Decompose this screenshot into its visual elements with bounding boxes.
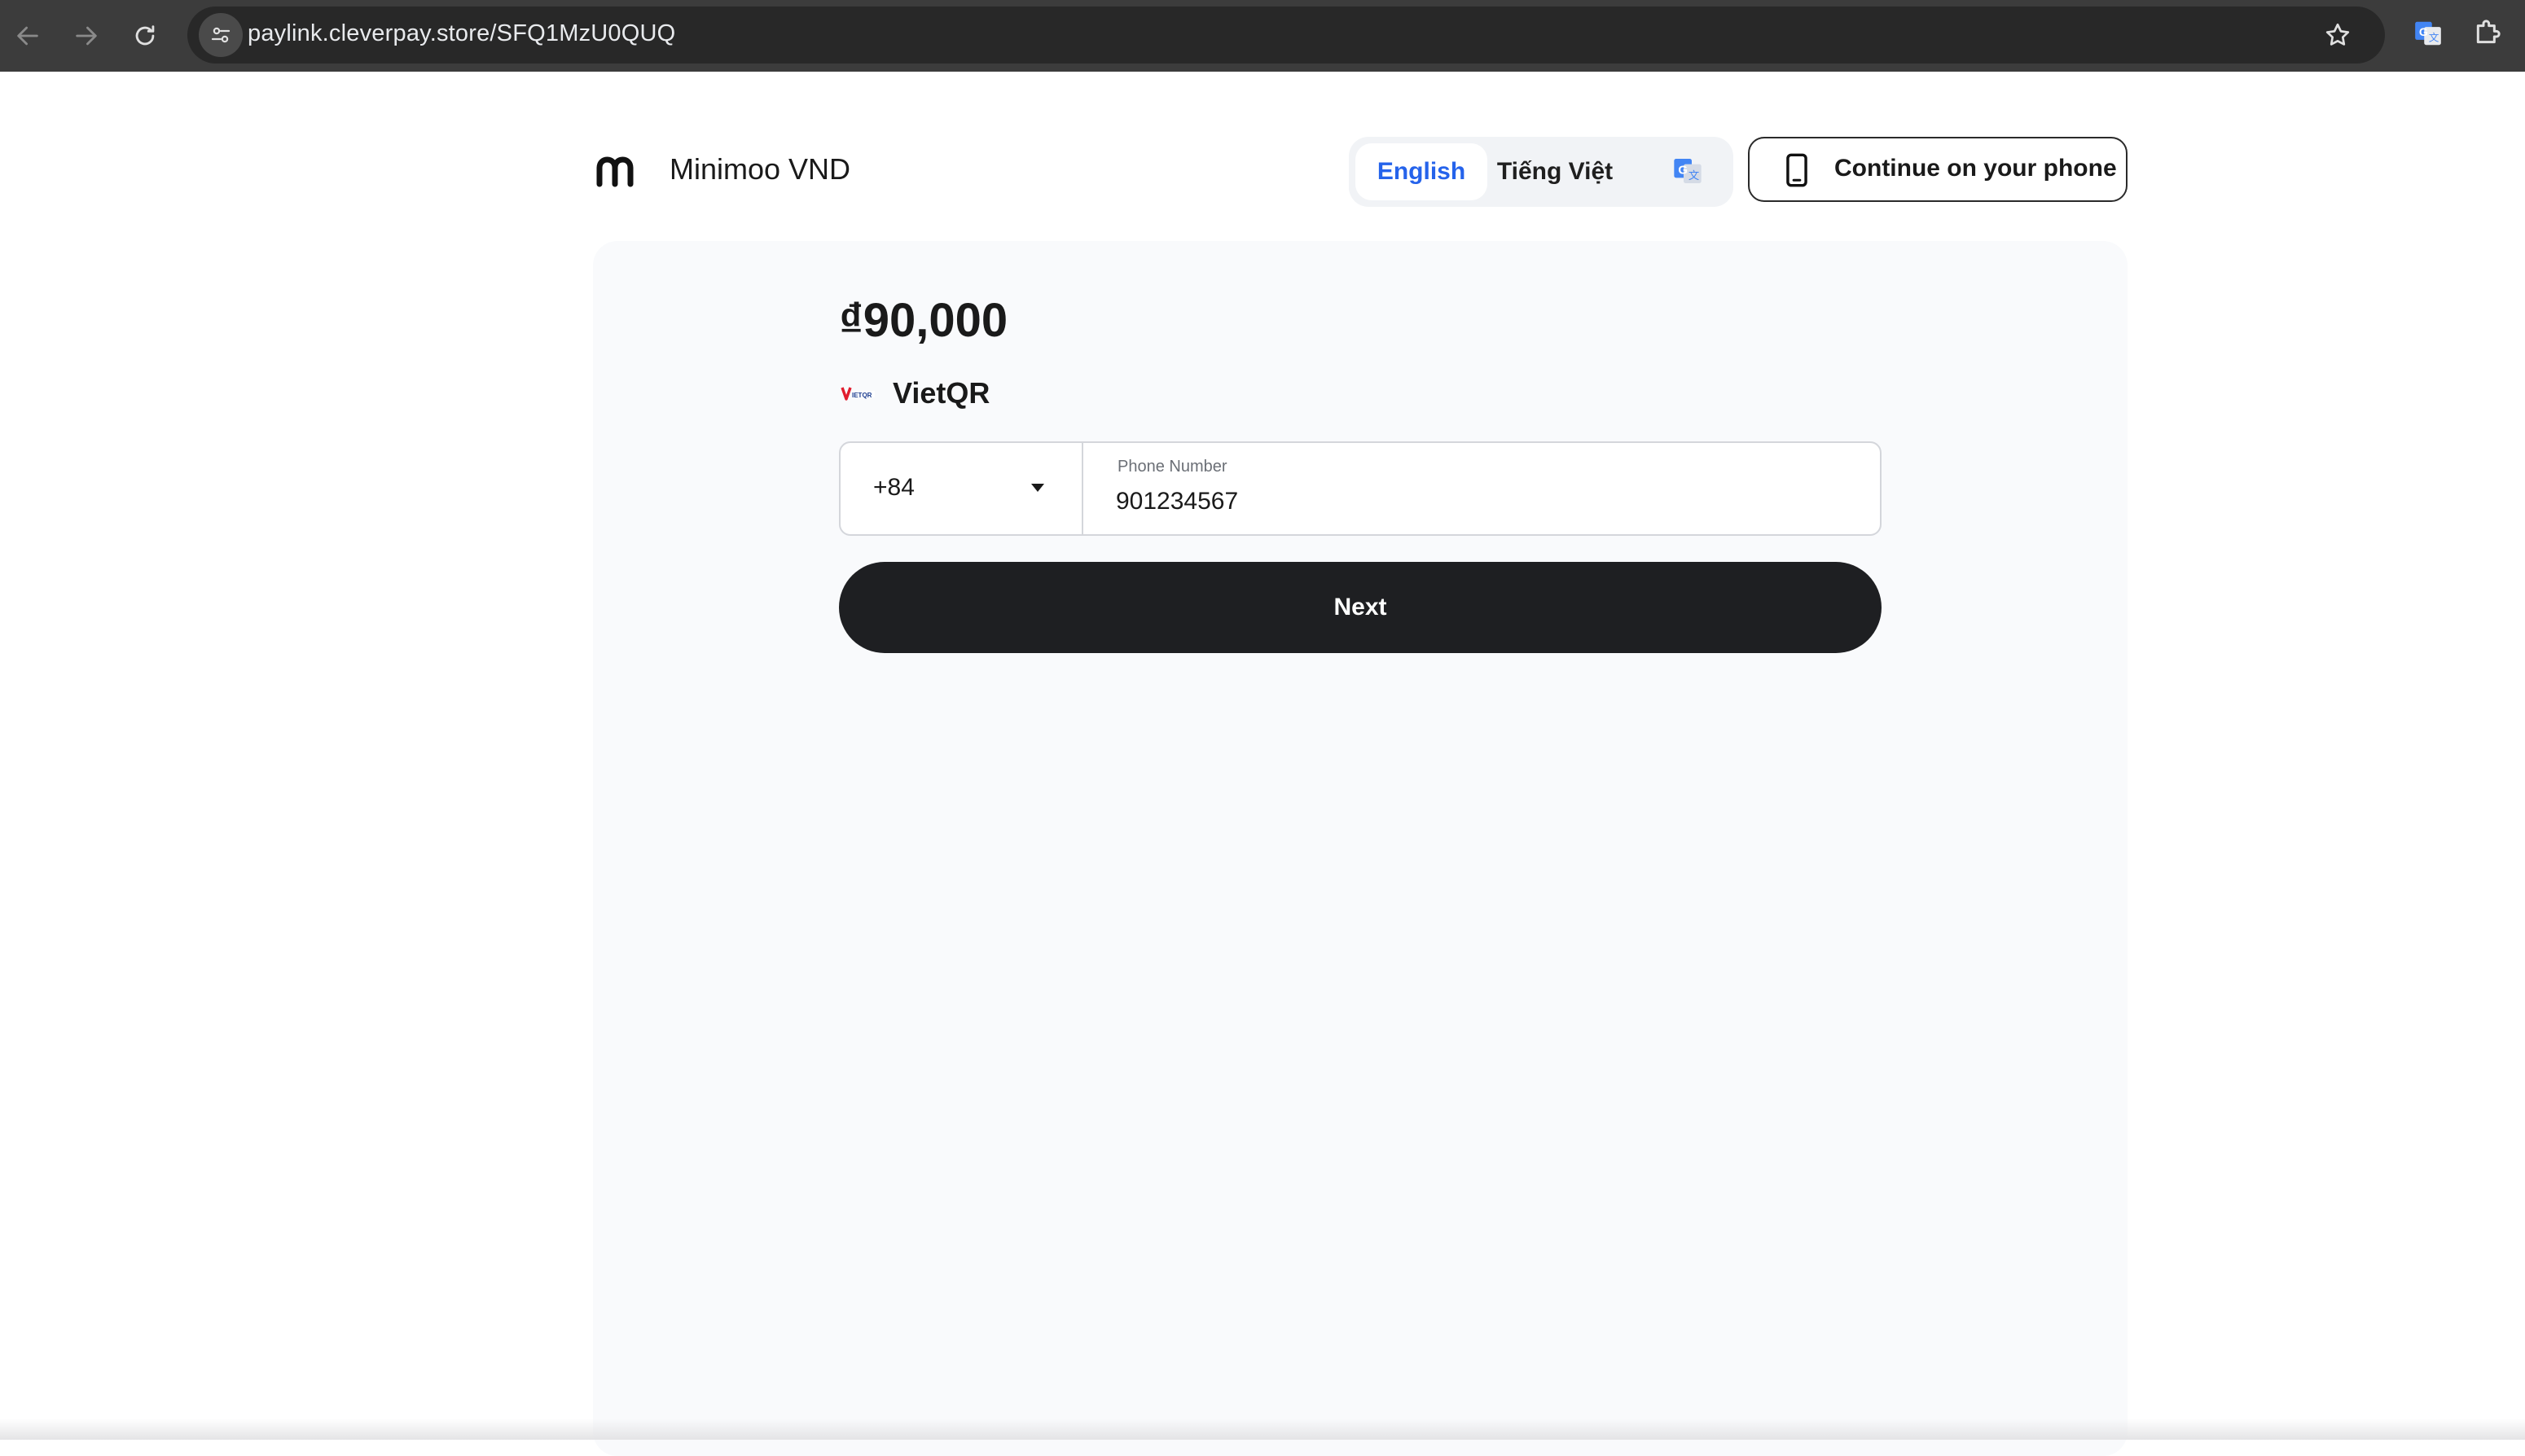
svg-text:文: 文: [2429, 33, 2439, 44]
browser-toolbar: paylink.cleverpay.store/SFQ1MzU0QUQ G 文: [0, 0, 2525, 72]
forward-button[interactable]: [64, 13, 109, 59]
country-code-value: +84: [873, 474, 915, 501]
minimoo-logo-icon: [596, 156, 634, 187]
svg-text:IETQR: IETQR: [852, 392, 872, 399]
country-code-select[interactable]: +84: [841, 443, 1083, 534]
reload-button[interactable]: [122, 13, 168, 59]
caret-down-icon: [1031, 484, 1044, 492]
site-info-button[interactable]: [199, 13, 243, 57]
phone-number-field: +84 Phone Number: [839, 441, 1882, 536]
payment-card: [593, 241, 2128, 1456]
puzzle-icon[interactable]: [2471, 16, 2504, 49]
phone-number-input[interactable]: [1116, 484, 1849, 520]
payment-method-name: VietQR: [893, 376, 990, 410]
language-option-vietnamese[interactable]: Tiếng Việt: [1494, 143, 1616, 200]
address-bar[interactable]: paylink.cleverpay.store/SFQ1MzU0QUQ: [187, 7, 2385, 64]
arrow-left-icon: [17, 26, 38, 46]
phone-number-label: Phone Number: [1118, 458, 1227, 476]
star-icon[interactable]: [2323, 20, 2352, 50]
vietqr-logo-icon: IETQR: [841, 387, 875, 401]
payment-page: Minimoo VND English Tiếng Việt G 文 Conti…: [0, 72, 2525, 1456]
google-translate-icon[interactable]: G 文: [2413, 18, 2444, 49]
language-switcher: English Tiếng Việt G 文: [1349, 137, 1733, 207]
svg-text:文: 文: [1688, 169, 1699, 182]
svg-text:G: G: [1678, 163, 1688, 177]
continue-on-phone-label: Continue on your phone: [1834, 155, 2117, 182]
url-text[interactable]: paylink.cleverpay.store/SFQ1MzU0QUQ: [248, 20, 675, 47]
language-option-english[interactable]: English: [1355, 143, 1487, 200]
arrow-right-icon: [76, 26, 97, 46]
next-button[interactable]: Next: [839, 562, 1882, 653]
phone-input-container: Phone Number: [1083, 443, 1880, 534]
translate-icon[interactable]: G 文: [1671, 155, 1704, 187]
svg-text:G: G: [2419, 26, 2428, 39]
continue-on-phone-button[interactable]: Continue on your phone: [1748, 137, 2128, 202]
merchant-name: Minimoo VND: [670, 152, 851, 186]
payment-amount: ₫90,000: [839, 294, 1008, 347]
smartphone-icon: [1786, 153, 1807, 187]
page-bottom-shadow: [0, 1419, 2525, 1440]
tune-icon: [211, 27, 231, 43]
reload-icon: [135, 25, 155, 46]
back-button[interactable]: [5, 13, 50, 59]
